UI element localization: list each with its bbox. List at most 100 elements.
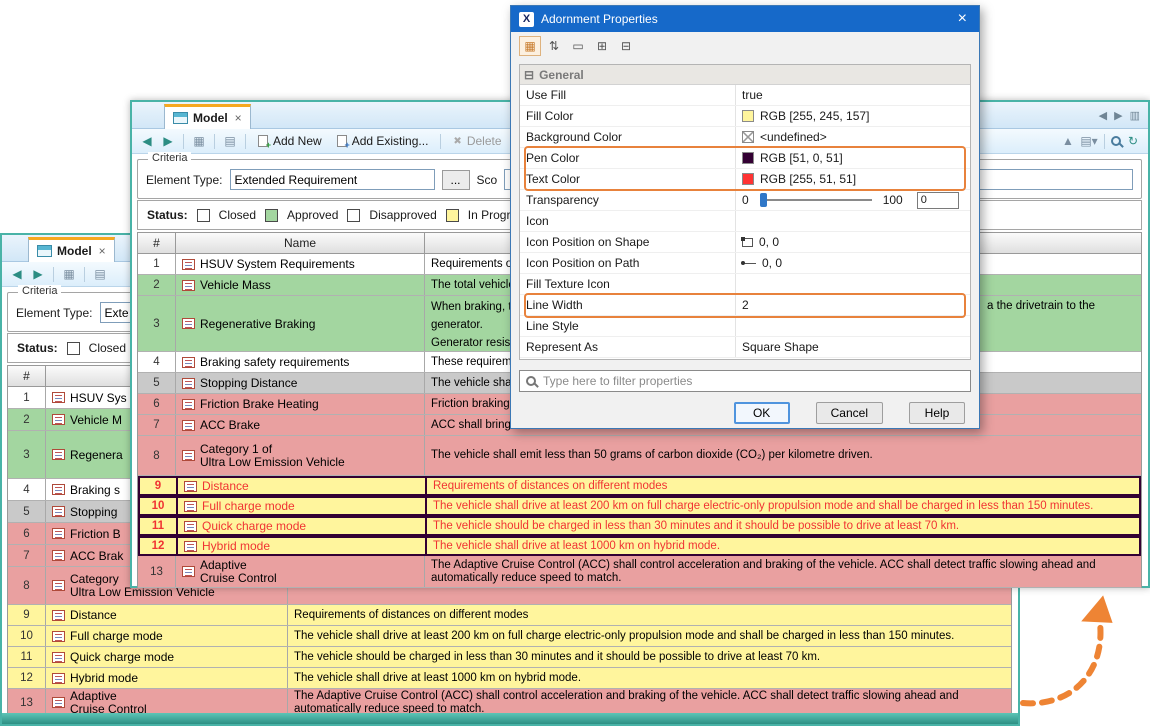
collapse-section-icon[interactable]: ⊟ — [524, 68, 534, 82]
property-row-represent-as[interactable]: Represent As Square Shape — [520, 337, 970, 358]
row-text-cell[interactable]: The vehicle should be charged in less th… — [427, 518, 1139, 534]
transparency-value-input[interactable]: 0 — [917, 192, 959, 209]
table-row-selected[interactable]: 10 Full charge mode The vehicle shall dr… — [138, 496, 1141, 516]
property-row-line-style[interactable]: Line Style — [520, 316, 970, 337]
row-text-cell[interactable]: The vehicle shall emit less than 50 gram… — [425, 436, 1141, 475]
forward-icon[interactable]: ▶ — [159, 132, 177, 150]
panel-icon[interactable]: ▥ — [1130, 109, 1140, 122]
add-existing-button[interactable]: Add Existing... — [331, 133, 435, 149]
show-description-icon[interactable]: ▭ — [567, 36, 589, 56]
table-row[interactable]: 12 Hybrid mode The vehicle shall drive a… — [8, 668, 1011, 689]
row-text-cell[interactable]: Requirements of distances on different m… — [288, 605, 1011, 625]
table-row[interactable]: 11 Quick charge mode The vehicle should … — [8, 647, 1011, 668]
table-row[interactable]: 13 Adaptive Cruise Control The Adaptive … — [138, 556, 1141, 588]
back-icon[interactable]: ◀ — [138, 132, 156, 150]
status-inprogress-checkbox[interactable] — [446, 209, 459, 222]
table-row-selected[interactable]: 9 Distance Requirements of distances on … — [138, 476, 1141, 496]
row-text-cell[interactable]: Requirements of distances on different m… — [427, 478, 1139, 494]
search-icon[interactable] — [1111, 136, 1121, 146]
sort-alphabetically-icon[interactable]: ⇅ — [543, 36, 565, 56]
add-new-button[interactable]: Add New — [252, 133, 328, 149]
browse-button[interactable]: ... — [442, 170, 470, 190]
property-row-use-fill[interactable]: Use Fill true — [520, 85, 970, 106]
property-row-icon[interactable]: Icon — [520, 211, 970, 232]
property-row-fill-color[interactable]: Fill Color RGB [255, 245, 157] — [520, 106, 970, 127]
filter-input[interactable] — [543, 374, 964, 388]
row-name-cell[interactable]: Hybrid mode — [178, 538, 427, 554]
row-name-cell[interactable]: Quick charge mode — [178, 518, 427, 534]
filter-properties-field[interactable] — [519, 370, 971, 392]
row-name-cell[interactable]: HSUV System Requirements — [176, 254, 425, 274]
row-text-cell[interactable]: The Adaptive Cruise Control (ACC) shall … — [288, 689, 1011, 716]
scroll-tabs-right-icon[interactable]: ▶ — [1114, 109, 1122, 122]
tab-close-icon[interactable]: × — [99, 244, 106, 258]
row-name-cell[interactable]: Hybrid mode — [46, 668, 288, 688]
table-row-selected[interactable]: 11 Quick charge mode The vehicle should … — [138, 516, 1141, 536]
row-text-cell[interactable]: The vehicle shall drive at least 1000 km… — [427, 538, 1139, 554]
row-name-cell[interactable]: Adaptive Cruise Control — [176, 556, 425, 587]
table-row[interactable]: 8 Category 1 of Ultra Low Emission Vehic… — [138, 436, 1141, 476]
row-name-cell[interactable]: Quick charge mode — [46, 647, 288, 667]
property-row-icon-position-on-path[interactable]: Icon Position on Path 0, 0 — [520, 253, 970, 274]
row-name-cell[interactable]: Braking safety requirements — [176, 352, 425, 372]
report-icon[interactable]: ▤ — [91, 265, 109, 283]
row-name-cell[interactable]: Full charge mode — [46, 626, 288, 646]
cancel-button[interactable]: Cancel — [816, 402, 883, 424]
row-text-cell[interactable]: The vehicle shall drive at least 200 km … — [427, 498, 1139, 514]
row-text-cell[interactable]: The vehicle shall drive at least 200 km … — [288, 626, 1011, 646]
row-name-cell[interactable]: Category 1 of Ultra Low Emission Vehicle — [176, 436, 425, 475]
scroll-tabs-left-icon[interactable]: ◀ — [1099, 109, 1107, 122]
table-row[interactable]: 10 Full charge mode The vehicle shall dr… — [8, 626, 1011, 647]
row-text-cell[interactable]: The vehicle shall drive at least 1000 km… — [288, 668, 1011, 688]
row-text-cell[interactable]: The vehicle should be charged in less th… — [288, 647, 1011, 667]
forward-icon[interactable]: ▶ — [29, 265, 47, 283]
collapse-all-icon[interactable]: ⊟ — [615, 36, 637, 56]
row-name-cell[interactable]: Friction Brake Heating — [176, 394, 425, 414]
property-row-transparency[interactable]: Transparency 0 100 0 — [520, 190, 970, 211]
element-type-input[interactable] — [230, 169, 435, 190]
dialog-titlebar[interactable]: X Adornment Properties × — [511, 6, 979, 32]
table-row[interactable]: 9 Distance Requirements of distances on … — [8, 605, 1011, 626]
collapse-criteria-icon[interactable]: ▲ — [1059, 132, 1077, 150]
property-row-fill-texture-icon[interactable]: Fill Texture Icon — [520, 274, 970, 295]
row-name-cell[interactable]: Regenerative Braking — [176, 296, 425, 351]
view-options-icon[interactable]: ▤▾ — [1080, 132, 1098, 150]
table-row-selected[interactable]: 12 Hybrid mode The vehicle shall drive a… — [138, 536, 1141, 556]
row-text-cell[interactable]: The Adaptive Cruise Control (ACC) shall … — [425, 556, 1141, 587]
row-name-cell[interactable]: ACC Brake — [176, 415, 425, 435]
row-name-cell[interactable]: Adaptive Cruise Control — [46, 689, 288, 716]
property-row-background-color[interactable]: Background Color <undefined> — [520, 127, 970, 148]
tab-model[interactable]: Model × — [164, 104, 251, 129]
back-icon[interactable]: ◀ — [8, 265, 26, 283]
delete-button[interactable]: ✖ Delete — [447, 133, 507, 149]
property-row-text-color[interactable]: Text Color RGB [255, 51, 51] — [520, 169, 970, 190]
expand-all-icon[interactable]: ⊞ — [591, 36, 613, 56]
grid-icon[interactable]: ▦ — [190, 132, 208, 150]
refresh-icon[interactable]: ↻ — [1124, 132, 1142, 150]
status-closed-checkbox[interactable] — [197, 209, 210, 222]
name-column-header[interactable]: Name — [176, 233, 425, 253]
row-name-cell[interactable]: Distance — [46, 605, 288, 625]
transparency-slider[interactable] — [760, 199, 872, 201]
row-name-cell[interactable]: Vehicle Mass — [176, 275, 425, 295]
general-section-header[interactable]: ⊟ General — [520, 65, 970, 85]
number-column-header[interactable]: # — [138, 233, 176, 253]
row-name-cell[interactable]: Stopping Distance — [176, 373, 425, 393]
help-button[interactable]: Help — [909, 402, 965, 424]
tab-model[interactable]: Model × — [28, 237, 115, 262]
row-name-cell[interactable]: Full charge mode — [178, 498, 427, 514]
property-row-line-width[interactable]: Line Width 2 — [520, 295, 970, 316]
ok-button[interactable]: OK — [734, 402, 790, 424]
slider-handle[interactable] — [760, 193, 767, 207]
number-column-header[interactable]: # — [8, 366, 46, 386]
status-closed-checkbox[interactable] — [67, 342, 80, 355]
status-disapproved-checkbox[interactable] — [347, 209, 360, 222]
property-row-icon-position-on-shape[interactable]: Icon Position on Shape 0, 0 — [520, 232, 970, 253]
grid-icon[interactable]: ▦ — [60, 265, 78, 283]
status-approved-checkbox[interactable] — [265, 209, 278, 222]
categorized-view-icon[interactable]: ▦ — [519, 36, 541, 56]
close-icon[interactable]: × — [954, 10, 971, 28]
tab-close-icon[interactable]: × — [235, 111, 242, 125]
row-name-cell[interactable]: Distance — [178, 478, 427, 494]
report-icon[interactable]: ▤ — [221, 132, 239, 150]
